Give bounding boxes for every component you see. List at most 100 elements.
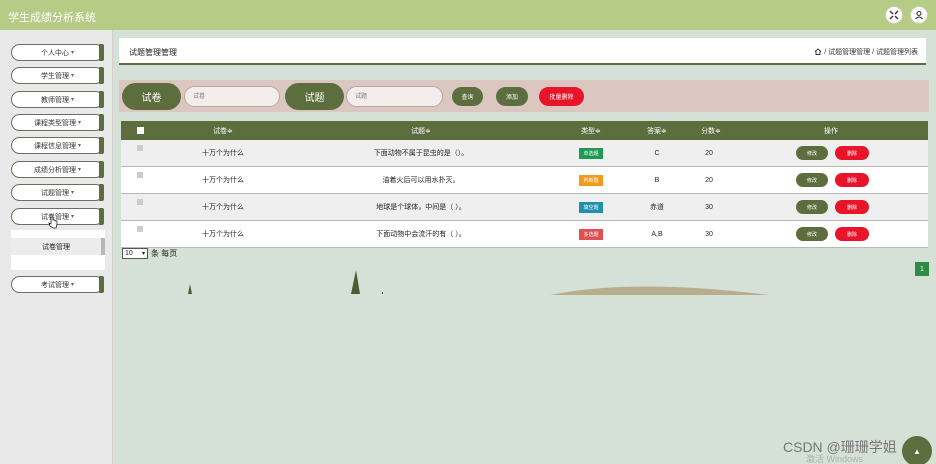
submenu-item-paper-management[interactable]: 试卷管理 xyxy=(11,238,105,255)
edit-button[interactable]: 修改 xyxy=(796,146,828,160)
chevron-down-icon: ▾ xyxy=(77,143,81,149)
select-all-checkbox[interactable] xyxy=(136,127,144,134)
sidebar: 个人中心 ▾ 学生管理 ▾ 教师管理 ▾ 课程类型管理 ▾ 课程信息管理 ▾ 成绩分析管理… xyxy=(0,30,113,464)
per-page-text: 条 每页 xyxy=(151,249,178,258)
table-row: 十万个为什么 油着火后可以用水扑灭。 判断题 B 20 修改 删除 xyxy=(121,167,928,194)
breadcrumb-text: / 试题管理管理 / 试题管理列表 xyxy=(824,49,918,56)
chevron-down-icon: ▾ xyxy=(70,190,74,196)
delete-button[interactable]: 删除 xyxy=(835,173,869,187)
type-badge: 多选题 xyxy=(579,228,603,240)
fullscreen-icon[interactable] xyxy=(885,6,903,24)
chevron-down-icon: ▾ xyxy=(70,214,74,220)
arrow-up-icon: ▲ xyxy=(913,446,921,456)
home-icon[interactable] xyxy=(814,48,822,55)
page-number-button[interactable]: 1 xyxy=(915,262,929,276)
row-checkbox[interactable] xyxy=(137,172,143,178)
sidebar-item-label: 试题管理 xyxy=(40,189,69,197)
type-badge: 单选题 xyxy=(579,147,603,159)
edit-button[interactable]: 修改 xyxy=(796,200,828,214)
col-header-type[interactable]: 类型≑ xyxy=(571,121,611,140)
delete-button[interactable]: 删除 xyxy=(835,146,869,160)
breadcrumb: / 试题管理管理 / 试题管理列表 xyxy=(814,47,918,57)
cell-paper: 十万个为什么 xyxy=(202,150,244,157)
table-row: 十万个为什么 下面动物中会流汗的有（ ）。 多选题 A,B 30 修改 删除 xyxy=(121,221,928,248)
question-label: 试题 xyxy=(285,83,344,110)
cell-paper: 十万个为什么 xyxy=(202,177,244,184)
row-checkbox[interactable] xyxy=(137,145,143,151)
pagination-size: 10 ▾ 条 每页 xyxy=(122,248,177,259)
chevron-down-icon: ▾ xyxy=(77,167,81,173)
sidebar-item-label: 教师管理 xyxy=(40,96,69,104)
sidebar-item-course-info[interactable]: 课程信息管理 ▾ xyxy=(11,137,104,154)
row-checkbox[interactable] xyxy=(137,199,143,205)
chevron-down-icon: ▾ xyxy=(70,97,74,103)
chevron-down-icon: ▾ xyxy=(70,50,74,56)
sidebar-item-label: 个人中心 xyxy=(40,49,69,57)
row-checkbox[interactable] xyxy=(137,226,143,232)
hand-cursor-icon xyxy=(48,216,58,229)
chevron-down-icon: ▾ xyxy=(70,282,74,288)
page-title: 试题管理管理 xyxy=(129,48,177,57)
app-title: 学生成绩分析系统 xyxy=(8,12,96,24)
add-button[interactable]: 添加 xyxy=(496,87,528,106)
cell-score: 20 xyxy=(705,149,713,157)
chevron-down-icon: ▾ xyxy=(70,73,74,79)
cell-paper: 十万个为什么 xyxy=(202,231,244,238)
paper-label: 试卷 xyxy=(122,83,181,110)
cell-score: 20 xyxy=(705,176,713,184)
edit-button[interactable]: 修改 xyxy=(796,227,828,241)
cell-question: 下面动物不属于昆虫的是（）。 xyxy=(373,150,469,157)
cell-paper: 十万个为什么 xyxy=(202,204,244,211)
cell-answer: C xyxy=(654,149,660,157)
edit-button[interactable]: 修改 xyxy=(796,173,828,187)
cell-question: 油着火后可以用水扑灭。 xyxy=(382,177,460,184)
windows-activation-watermark: 激活 Windows xyxy=(806,454,864,464)
delete-button[interactable]: 删除 xyxy=(835,227,869,241)
col-header-question[interactable]: 试题≑ xyxy=(351,121,491,140)
decorative-shapes xyxy=(188,270,769,295)
chevron-down-icon: ▾ xyxy=(77,120,81,126)
sidebar-item-score-analysis[interactable]: 成绩分析管理 ▾ xyxy=(11,161,104,178)
col-header-answer[interactable]: 答案≑ xyxy=(637,121,677,140)
delete-button[interactable]: 删除 xyxy=(835,200,869,214)
page-size-select[interactable]: 10 ▾ xyxy=(122,248,148,259)
search-bar: 试卷 试题 查询 添加 批量删除 xyxy=(119,80,929,112)
paper-search-input[interactable] xyxy=(184,86,280,107)
cell-answer: B xyxy=(654,176,660,184)
breadcrumb-bar: 试题管理管理 / 试题管理管理 / 试题管理列表 xyxy=(119,38,926,65)
cell-score: 30 xyxy=(705,230,713,238)
cell-question: 下面动物中会流汗的有（ ）。 xyxy=(376,231,466,238)
page-size-value: 10 xyxy=(125,250,133,257)
sidebar-item-students[interactable]: 学生管理 ▾ xyxy=(11,67,104,84)
batch-delete-button[interactable]: 批量删除 xyxy=(539,87,584,106)
sidebar-item-personal-center[interactable]: 个人中心 ▾ xyxy=(11,44,104,61)
table-row: 十万个为什么 地球是个球体，中间是（ ）。 填空题 赤道 30 修改 删除 xyxy=(121,194,928,221)
type-badge: 填空题 xyxy=(579,201,603,213)
chevron-down-icon: ▾ xyxy=(141,251,145,257)
sidebar-item-teachers[interactable]: 教师管理 ▾ xyxy=(11,91,104,108)
table-header: 试卷≑ 试题≑ 类型≑ 答案≑ 分数≑ 操作 xyxy=(121,121,928,140)
cell-answer: 赤道 xyxy=(650,204,664,211)
cell-question: 地球是个球体，中间是（ ）。 xyxy=(376,204,466,211)
cell-score: 30 xyxy=(705,203,713,211)
question-search-input[interactable] xyxy=(346,86,443,107)
sidebar-item-label: 学生管理 xyxy=(40,72,69,80)
col-header-actions: 操作 xyxy=(824,127,838,135)
sidebar-item-questions[interactable]: 试题管理 ▾ xyxy=(11,184,104,201)
main-content: 试题管理管理 / 试题管理管理 / 试题管理列表 试卷 试题 查询 添加 批量删… xyxy=(114,30,936,464)
col-header-paper[interactable]: 试卷≑ xyxy=(173,121,273,140)
cell-answer: A,B xyxy=(651,230,663,238)
scroll-top-button[interactable]: ▲ xyxy=(902,436,932,464)
sidebar-item-label: 课程信息管理 xyxy=(33,142,76,150)
sidebar-item-course-types[interactable]: 课程类型管理 ▾ xyxy=(11,114,104,131)
submenu-papers: 试卷管理 xyxy=(11,230,105,270)
top-bar: 学生成绩分析系统 xyxy=(0,0,936,30)
sidebar-item-label: 课程类型管理 xyxy=(33,119,76,127)
user-icon[interactable] xyxy=(910,6,928,24)
sidebar-item-label: 考试管理 xyxy=(40,281,69,289)
col-header-score[interactable]: 分数≑ xyxy=(691,121,731,140)
table-row: 十万个为什么 下面动物不属于昆虫的是（）。 单选题 C 20 修改 删除 xyxy=(121,140,928,167)
sidebar-item-exams[interactable]: 考试管理 ▾ xyxy=(11,276,104,293)
type-badge: 判断题 xyxy=(579,174,603,186)
query-button[interactable]: 查询 xyxy=(452,87,483,106)
